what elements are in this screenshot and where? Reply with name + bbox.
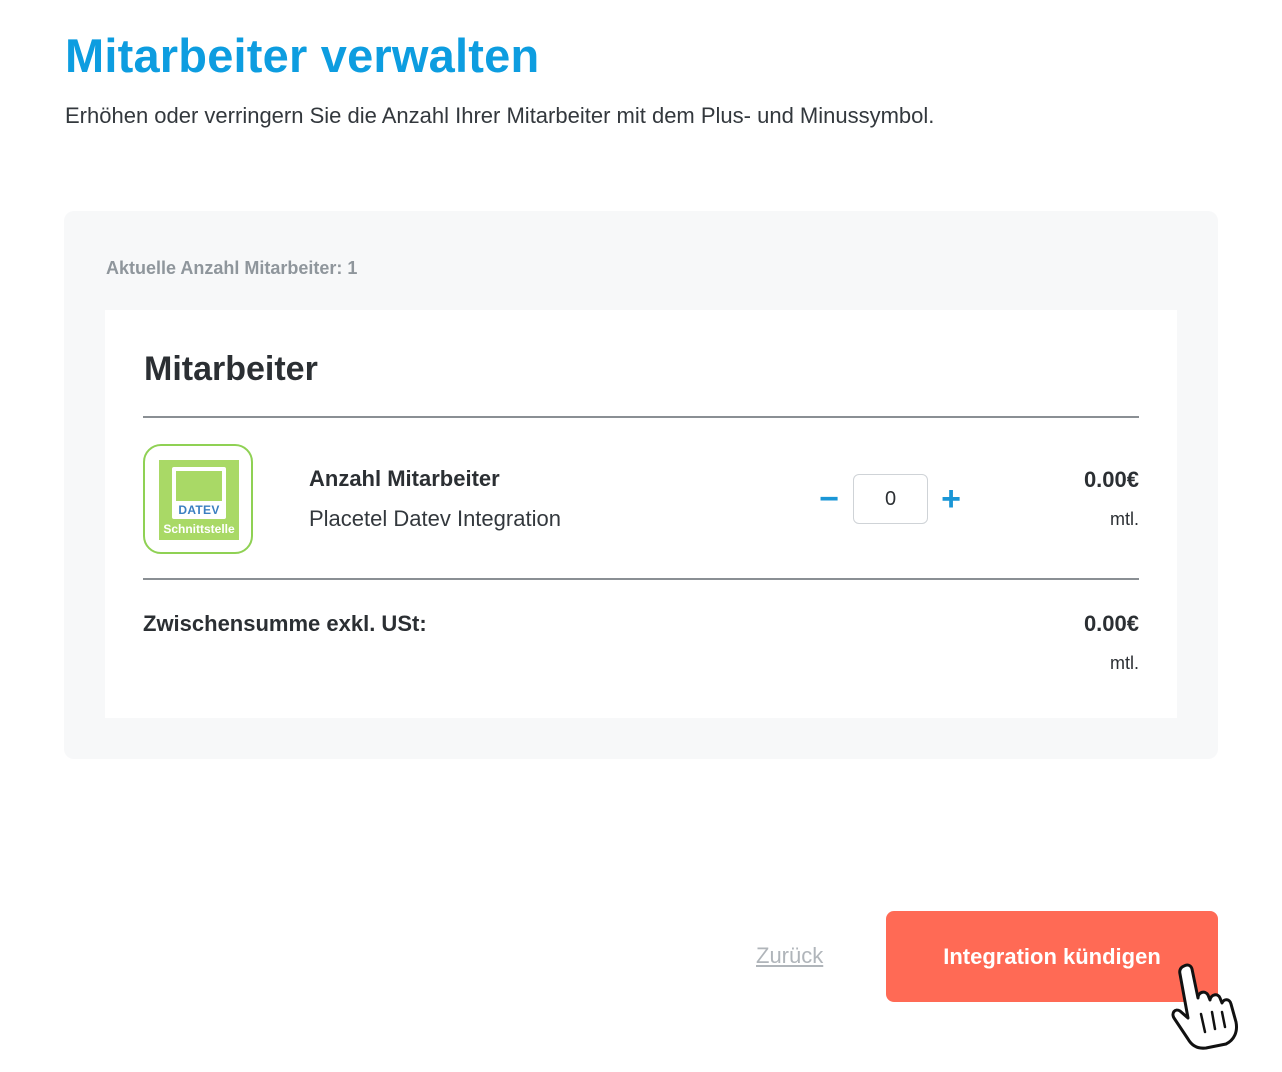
page-title: Mitarbeiter verwalten [65, 29, 540, 82]
datev-logo-frame: DATEV [172, 467, 226, 519]
back-link[interactable]: Zurück [756, 943, 823, 969]
employee-panel: Aktuelle Anzahl Mitarbeiter: 1 Mitarbeit… [64, 211, 1218, 759]
quantity-stepper[interactable] [853, 474, 928, 524]
current-employee-count: Aktuelle Anzahl Mitarbeiter: 1 [106, 258, 358, 278]
item-price: 0.00€ [1083, 467, 1139, 492]
employee-card: Mitarbeiter DATEV Schnittstelle Anzahl M… [105, 310, 1177, 718]
page-subtitle: Erhöhen oder verringern Sie die Anzahl I… [65, 103, 935, 128]
subtotal-price: 0.00€ [1083, 611, 1139, 636]
datev-logo-tile: DATEV Schnittstelle [159, 460, 239, 540]
datev-logo: DATEV Schnittstelle [143, 444, 253, 554]
item-period: mtl. [1110, 509, 1139, 529]
plus-icon[interactable]: + [934, 482, 968, 516]
hand-pointer-icon [1171, 963, 1238, 1050]
section-title: Mitarbeiter [144, 350, 318, 388]
minus-icon[interactable]: − [812, 482, 846, 516]
subtotal-label: Zwischensumme exkl. USt: [143, 611, 427, 636]
datev-logo-text: DATEV [178, 503, 220, 517]
subtotal-period: mtl. [1110, 653, 1139, 673]
divider-bottom [143, 578, 1139, 580]
datev-logo-label: Schnittstelle [163, 522, 235, 536]
item-description: Placetel Datev Integration [309, 506, 561, 531]
divider-top [143, 416, 1139, 418]
item-name: Anzahl Mitarbeiter [309, 466, 500, 491]
